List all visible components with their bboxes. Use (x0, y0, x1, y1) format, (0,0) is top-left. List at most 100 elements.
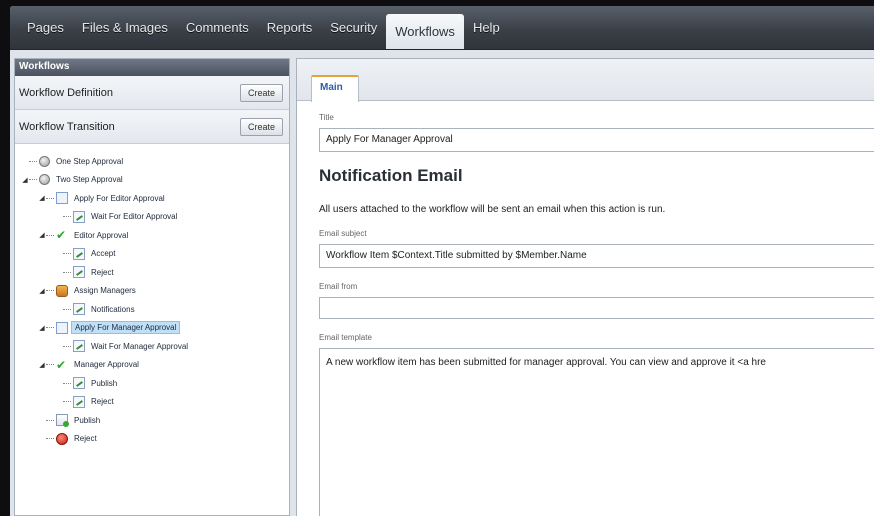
notification-description: All users attached to the workflow will … (319, 204, 666, 215)
tree-node-label: Notifications (91, 304, 135, 314)
gear-icon (39, 155, 50, 167)
email-template-textarea[interactable]: A new workflow item has been submitted f… (319, 348, 874, 516)
tree-line (63, 253, 71, 255)
tree-line (46, 290, 54, 292)
tree-node[interactable]: Wait For Editor Approval (21, 208, 289, 227)
expand-arrow-icon[interactable]: ◢ (21, 176, 29, 184)
tree-node[interactable]: ◢ Two Step Approval (21, 171, 289, 190)
page-icon (56, 192, 68, 205)
edit-form: Title Apply For Manager Approval Notific… (297, 101, 874, 516)
sidebar-header: Workflows (15, 59, 289, 76)
email-template-label: Email template (319, 333, 372, 342)
workflow-definition-row: Workflow Definition Create (15, 76, 289, 110)
tree-node[interactable]: ◢ Apply For Manager Approval (21, 319, 289, 338)
tree-node-label: Accept (91, 249, 116, 259)
tree-node-label: Publish (74, 415, 101, 425)
tree-line (63, 271, 71, 273)
tree-node-label: Publish (91, 378, 118, 388)
tree-node[interactable]: Wait For Manager Approval (21, 337, 289, 356)
create-workflow-transition-button[interactable]: Create (239, 117, 283, 136)
tree-node-label: Two Step Approval (56, 175, 123, 185)
section-title: Notification Email (319, 166, 463, 185)
expand-arrow-icon[interactable]: ◢ (38, 287, 46, 295)
reject-icon (56, 432, 68, 445)
workflow-transition-row: Workflow Transition Create (15, 110, 289, 144)
publish-icon (56, 414, 69, 428)
tree-line (46, 419, 54, 421)
tree-node-label: Reject (91, 397, 114, 407)
tree-node[interactable]: ◢ ✔ Manager Approval (21, 356, 289, 375)
tree-node[interactable]: Reject (21, 393, 289, 412)
title-input[interactable]: Apply For Manager Approval (319, 128, 874, 152)
create-workflow-definition-button[interactable]: Create (239, 83, 283, 102)
tree-node-label: Wait For Manager Approval (91, 341, 189, 351)
tree-line (63, 345, 71, 347)
email-from-input[interactable] (319, 297, 874, 319)
tree-line (46, 197, 54, 199)
check-icon: ✔ (56, 357, 67, 372)
tree-node[interactable]: Notifications (21, 300, 289, 319)
email-subject-label: Email subject (319, 229, 367, 238)
tree-node-label: Manager Approval (74, 360, 139, 370)
nav-tab-files-images[interactable]: Files & Images (73, 6, 177, 49)
nav-tab-reports[interactable]: Reports (258, 6, 322, 49)
workflow-definition-label: Workflow Definition (19, 86, 113, 99)
tree-node-label: Reject (91, 267, 114, 277)
nav-tab-security[interactable]: Security (321, 6, 386, 49)
gear-icon (39, 174, 50, 186)
wait-icon (73, 340, 85, 353)
tree-node-label: Wait For Editor Approval (91, 212, 178, 222)
people-icon (56, 284, 68, 297)
tree-line (46, 234, 54, 236)
workflow-transition-label: Workflow Transition (19, 120, 115, 133)
tree-node[interactable]: Reject (21, 263, 289, 282)
check-icon: ✔ (56, 228, 67, 243)
wait-icon (73, 377, 85, 390)
tree-node[interactable]: ◢ Apply For Editor Approval (21, 189, 289, 208)
email-subject-input[interactable]: Workflow Item $Context.Title submitted b… (319, 244, 874, 268)
app-frame: Pages Files & Images Comments Reports Securi… (10, 6, 874, 516)
tree-line (46, 438, 54, 440)
tree-node-label: Apply For Editor Approval (74, 193, 165, 203)
email-from-label: Email from (319, 282, 358, 291)
tree-node[interactable]: One Step Approval (21, 152, 289, 171)
wait-icon (73, 210, 85, 223)
tree-node[interactable]: Reject (21, 430, 289, 449)
wait-icon (73, 303, 85, 316)
tree-line (46, 327, 54, 329)
tree-node-label: Reject (74, 434, 97, 444)
tree-line (63, 216, 71, 218)
nav-tab-comments[interactable]: Comments (177, 6, 258, 49)
tree-node[interactable]: ◢ ✔ Editor Approval (21, 226, 289, 245)
tree-line (29, 179, 37, 181)
expand-arrow-icon[interactable]: ◢ (38, 231, 46, 239)
tree-node[interactable]: Accept (21, 245, 289, 264)
tree-node[interactable]: ◢ Assign Managers (21, 282, 289, 301)
tree-line (29, 160, 37, 162)
tree-node[interactable]: Publish (21, 411, 289, 430)
tree-node-label: One Step Approval (56, 156, 124, 166)
tab-main[interactable]: Main (311, 75, 359, 102)
tree-node-label: Editor Approval (74, 230, 129, 240)
tree-line (63, 382, 71, 384)
main-panel: Main Title Apply For Manager Approval No… (296, 58, 874, 516)
nav-tab-help[interactable]: Help (464, 6, 509, 49)
nav-tab-workflows[interactable]: Workflows (386, 14, 464, 49)
workflow-tree: One Step Approval ◢ Two Step Approval ◢ Appl… (15, 144, 289, 448)
expand-arrow-icon[interactable]: ◢ (38, 194, 46, 202)
top-navigation: Pages Files & Images Comments Reports Securi… (10, 6, 874, 50)
expand-arrow-icon[interactable]: ◢ (38, 324, 46, 332)
tree-node-label: Assign Managers (74, 286, 136, 296)
tree-line (63, 401, 71, 403)
title-label: Title (319, 113, 334, 122)
expand-arrow-icon[interactable]: ◢ (38, 361, 46, 369)
tree-node[interactable]: Publish (21, 374, 289, 393)
tree-line (63, 308, 71, 310)
tree-line (46, 364, 54, 366)
tab-bar: Main (297, 59, 874, 102)
nav-tab-pages[interactable]: Pages (18, 6, 73, 49)
workflows-sidebar: Workflows Workflow Definition Create Wor… (14, 58, 290, 516)
tree-node-label: Apply For Manager Approval (71, 321, 181, 335)
wait-icon (73, 395, 85, 408)
page-icon (56, 321, 68, 334)
